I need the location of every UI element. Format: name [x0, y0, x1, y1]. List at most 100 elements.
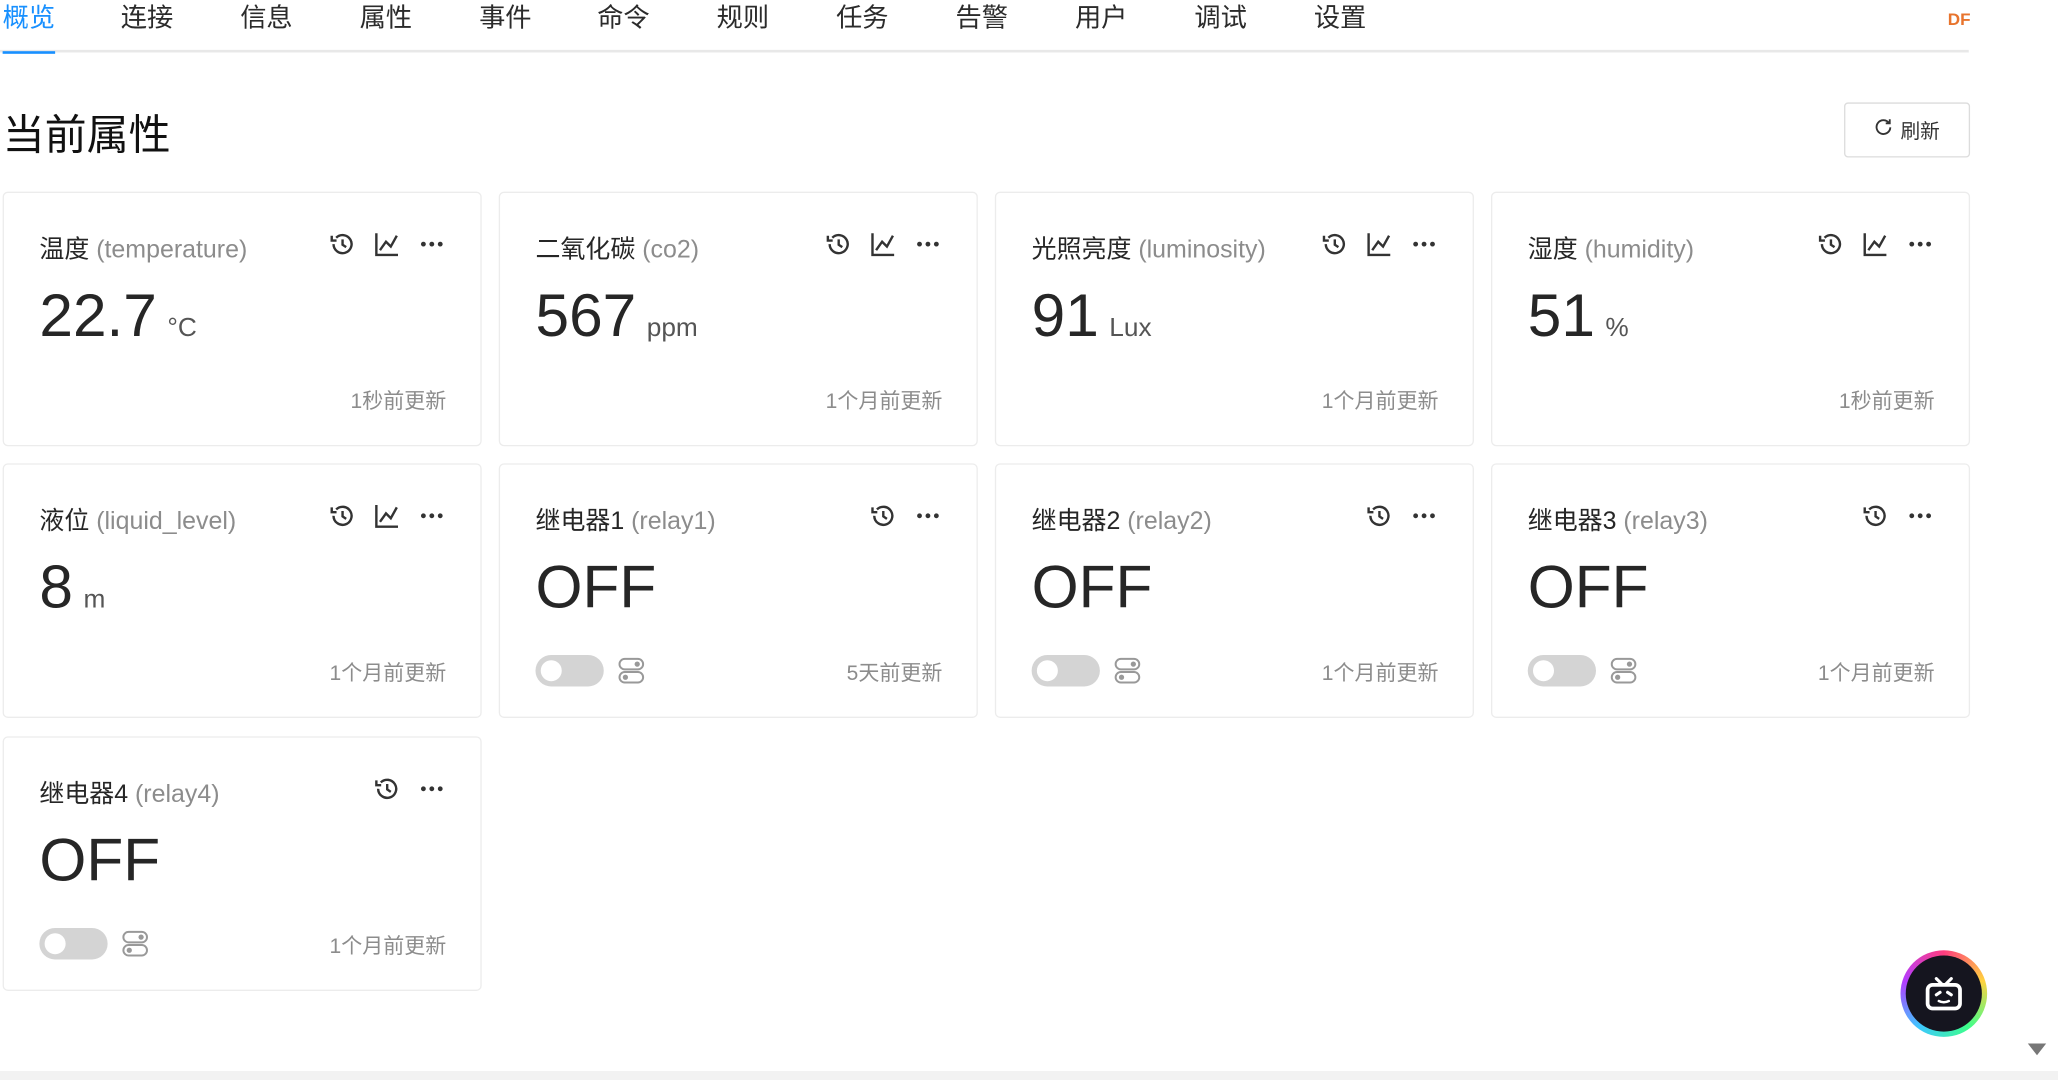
toggle-icon[interactable] [1609, 656, 1638, 685]
history-icon[interactable] [328, 230, 357, 259]
value-number: 567 [535, 280, 637, 350]
page: 概览 连接 信息 属性 事件 命令 规则 任务 告警 用户 调试 设置 DF 当… [0, 0, 2058, 1080]
value-unit: % [1605, 313, 1629, 343]
more-icon[interactable] [1410, 230, 1439, 259]
updated-time: 1个月前更新 [1321, 391, 1439, 414]
card-title: 温度 (temperature) [39, 230, 247, 265]
scroll-down-arrow[interactable] [2027, 1043, 2047, 1056]
refresh-icon [1874, 118, 1892, 142]
brand-logo: DF [1947, 9, 1971, 29]
card-name: 继电器4 [39, 780, 129, 809]
more-icon[interactable] [417, 501, 446, 530]
updated-time: 5天前更新 [846, 662, 943, 686]
more-icon[interactable] [1906, 501, 1935, 530]
relay-switch[interactable] [535, 654, 604, 687]
property-card-liquid-level: 液位 (liquid_level) 8m 1个月前更新 [2, 463, 482, 718]
line-chart-icon[interactable] [869, 230, 898, 259]
card-name: 继电器3 [1527, 507, 1617, 536]
updated-time: 1个月前更新 [1817, 662, 1935, 686]
card-name: 温度 [39, 236, 90, 264]
tab-users[interactable]: 用户 [1075, 3, 1128, 50]
card-value: 8m [39, 551, 105, 622]
history-icon[interactable] [1320, 230, 1349, 259]
page-title: 当前属性 [2, 111, 171, 159]
card-title: 继电器2 (relay2) [1032, 501, 1212, 536]
card-value: OFF [39, 824, 160, 895]
value-number: OFF [39, 825, 161, 894]
tab-commands[interactable]: 命令 [597, 3, 650, 50]
toggle-icon[interactable] [121, 929, 150, 958]
more-icon[interactable] [1906, 230, 1935, 259]
updated-time: 1个月前更新 [329, 935, 447, 959]
tab-rules[interactable]: 规则 [717, 3, 770, 50]
card-value: 567 ppm [536, 280, 698, 351]
tab-connection[interactable]: 连接 [121, 3, 174, 50]
more-icon[interactable] [914, 501, 943, 530]
card-title: 二氧化碳 (co2) [536, 230, 700, 265]
value-number: OFF [1527, 552, 1649, 621]
more-icon[interactable] [417, 774, 446, 803]
card-value: 51% [1528, 280, 1629, 351]
history-icon[interactable] [373, 774, 402, 803]
history-icon[interactable] [869, 501, 898, 530]
card-identifier: (relay2) [1127, 507, 1212, 536]
card-identifier: (liquid_level) [96, 507, 237, 536]
history-icon[interactable] [824, 230, 853, 259]
card-value: OFF [1528, 551, 1649, 622]
card-title: 光照亮度 (luminosity) [1032, 230, 1266, 265]
card-name: 光照亮度 [1031, 236, 1132, 264]
tab-debug[interactable]: 调试 [1194, 3, 1247, 50]
tab-overview[interactable]: 概览 [2, 3, 56, 54]
history-icon[interactable] [1365, 501, 1394, 530]
card-value: 22.7 °C [39, 280, 196, 351]
value-unit: Lux [1109, 313, 1152, 343]
tv-icon [1905, 955, 1982, 1032]
tab-tasks[interactable]: 任务 [836, 3, 889, 50]
card-title: 继电器1 (relay1) [536, 501, 716, 536]
card-name: 湿度 [1527, 236, 1578, 264]
more-icon[interactable] [914, 230, 943, 259]
value-number: OFF [535, 552, 657, 621]
relay-switch[interactable] [1031, 654, 1100, 687]
card-identifier: (co2) [642, 236, 700, 264]
history-icon[interactable] [1861, 501, 1890, 530]
line-chart-icon[interactable] [1365, 230, 1394, 259]
toggle-icon[interactable] [617, 656, 646, 685]
toggle-icon[interactable] [1113, 656, 1142, 685]
line-chart-icon[interactable] [1861, 230, 1890, 259]
value-unit: ppm [646, 313, 698, 343]
tab-properties[interactable]: 属性 [360, 3, 413, 50]
card-name: 继电器1 [535, 507, 625, 536]
tab-info[interactable]: 信息 [240, 3, 293, 50]
updated-time: 1秒前更新 [1838, 391, 1935, 414]
refresh-button[interactable]: 刷新 [1844, 102, 1971, 158]
relay-switch[interactable] [39, 927, 108, 960]
property-card-temperature: 温度 (temperature) 22.7 °C 1秒前更新 [2, 191, 482, 447]
relay-switch[interactable] [1527, 654, 1596, 687]
property-card-relay1: 继电器1 (relay1) OFF 5天前更新 [498, 463, 978, 718]
property-card-luminosity: 光照亮度 (luminosity) 91 Lux 1个月前更新 [994, 191, 1474, 447]
card-identifier: (relay3) [1623, 507, 1708, 536]
updated-time: 1个月前更新 [825, 391, 943, 414]
tab-events[interactable]: 事件 [479, 3, 532, 50]
value-number: 8 [39, 552, 73, 621]
assistant-button[interactable] [1900, 950, 1988, 1037]
card-name: 液位 [39, 507, 90, 536]
card-title: 湿度 (humidity) [1528, 230, 1694, 265]
value-number: 51 [1527, 280, 1595, 350]
history-icon[interactable] [328, 501, 357, 530]
more-icon[interactable] [1410, 501, 1439, 530]
line-chart-icon[interactable] [373, 501, 402, 530]
history-icon[interactable] [1817, 230, 1846, 259]
property-card-relay3: 继电器3 (relay3) OFF 1个月前更新 [1491, 463, 1971, 718]
tab-alarms[interactable]: 告警 [956, 3, 1009, 50]
horizontal-scrollbar[interactable] [0, 1071, 2058, 1080]
property-card-humidity: 湿度 (humidity) 51% 1秒前更新 [1491, 191, 1971, 447]
card-identifier: (luminosity) [1138, 236, 1266, 264]
more-icon[interactable] [417, 230, 446, 259]
line-chart-icon[interactable] [373, 230, 402, 259]
tab-settings[interactable]: 设置 [1314, 3, 1367, 50]
card-identifier: (temperature) [96, 236, 248, 264]
tab-bar: 概览 连接 信息 属性 事件 命令 规则 任务 告警 用户 调试 设置 [0, 0, 1969, 54]
value-number: 22.7 [39, 280, 157, 350]
